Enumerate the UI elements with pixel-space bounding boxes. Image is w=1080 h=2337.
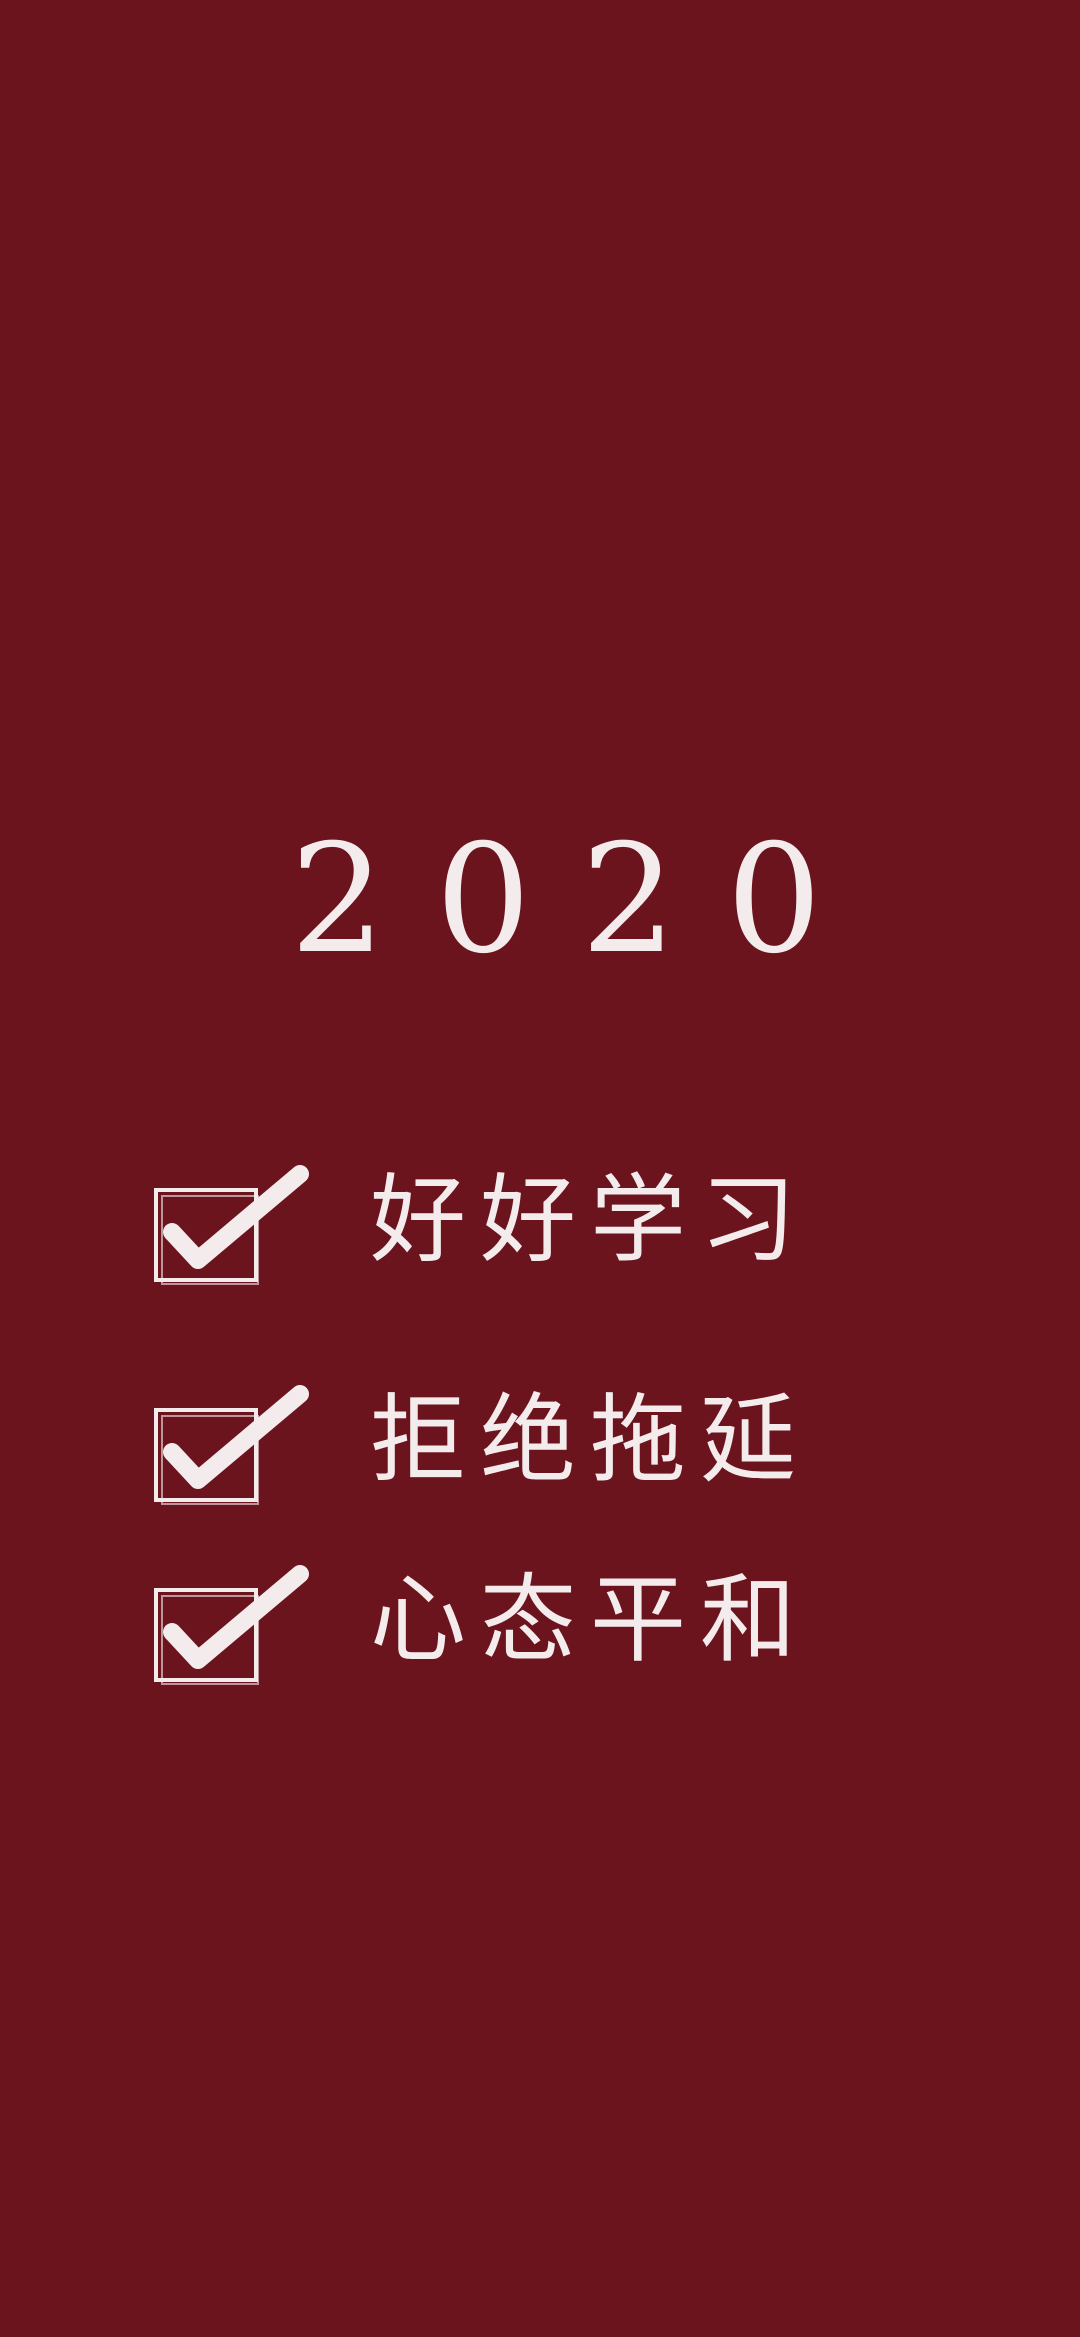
checkbox-checked-icon: [154, 1565, 309, 1685]
wallpaper-background: 2020 好好学习 拒绝拖延 心态平和: [0, 0, 1080, 2337]
goal-label: 好好学习: [370, 1164, 810, 1276]
checkbox-checked-icon: [154, 1165, 309, 1285]
goal-label: 拒绝拖延: [370, 1384, 810, 1496]
goal-item: 好好学习: [150, 1150, 910, 1290]
checkbox-checked-icon: [154, 1385, 309, 1505]
year-title: 2020: [290, 813, 872, 987]
goal-item: 心态平和: [150, 1550, 910, 1690]
goal-item: 拒绝拖延: [150, 1370, 910, 1510]
goal-label: 心态平和: [370, 1564, 810, 1676]
